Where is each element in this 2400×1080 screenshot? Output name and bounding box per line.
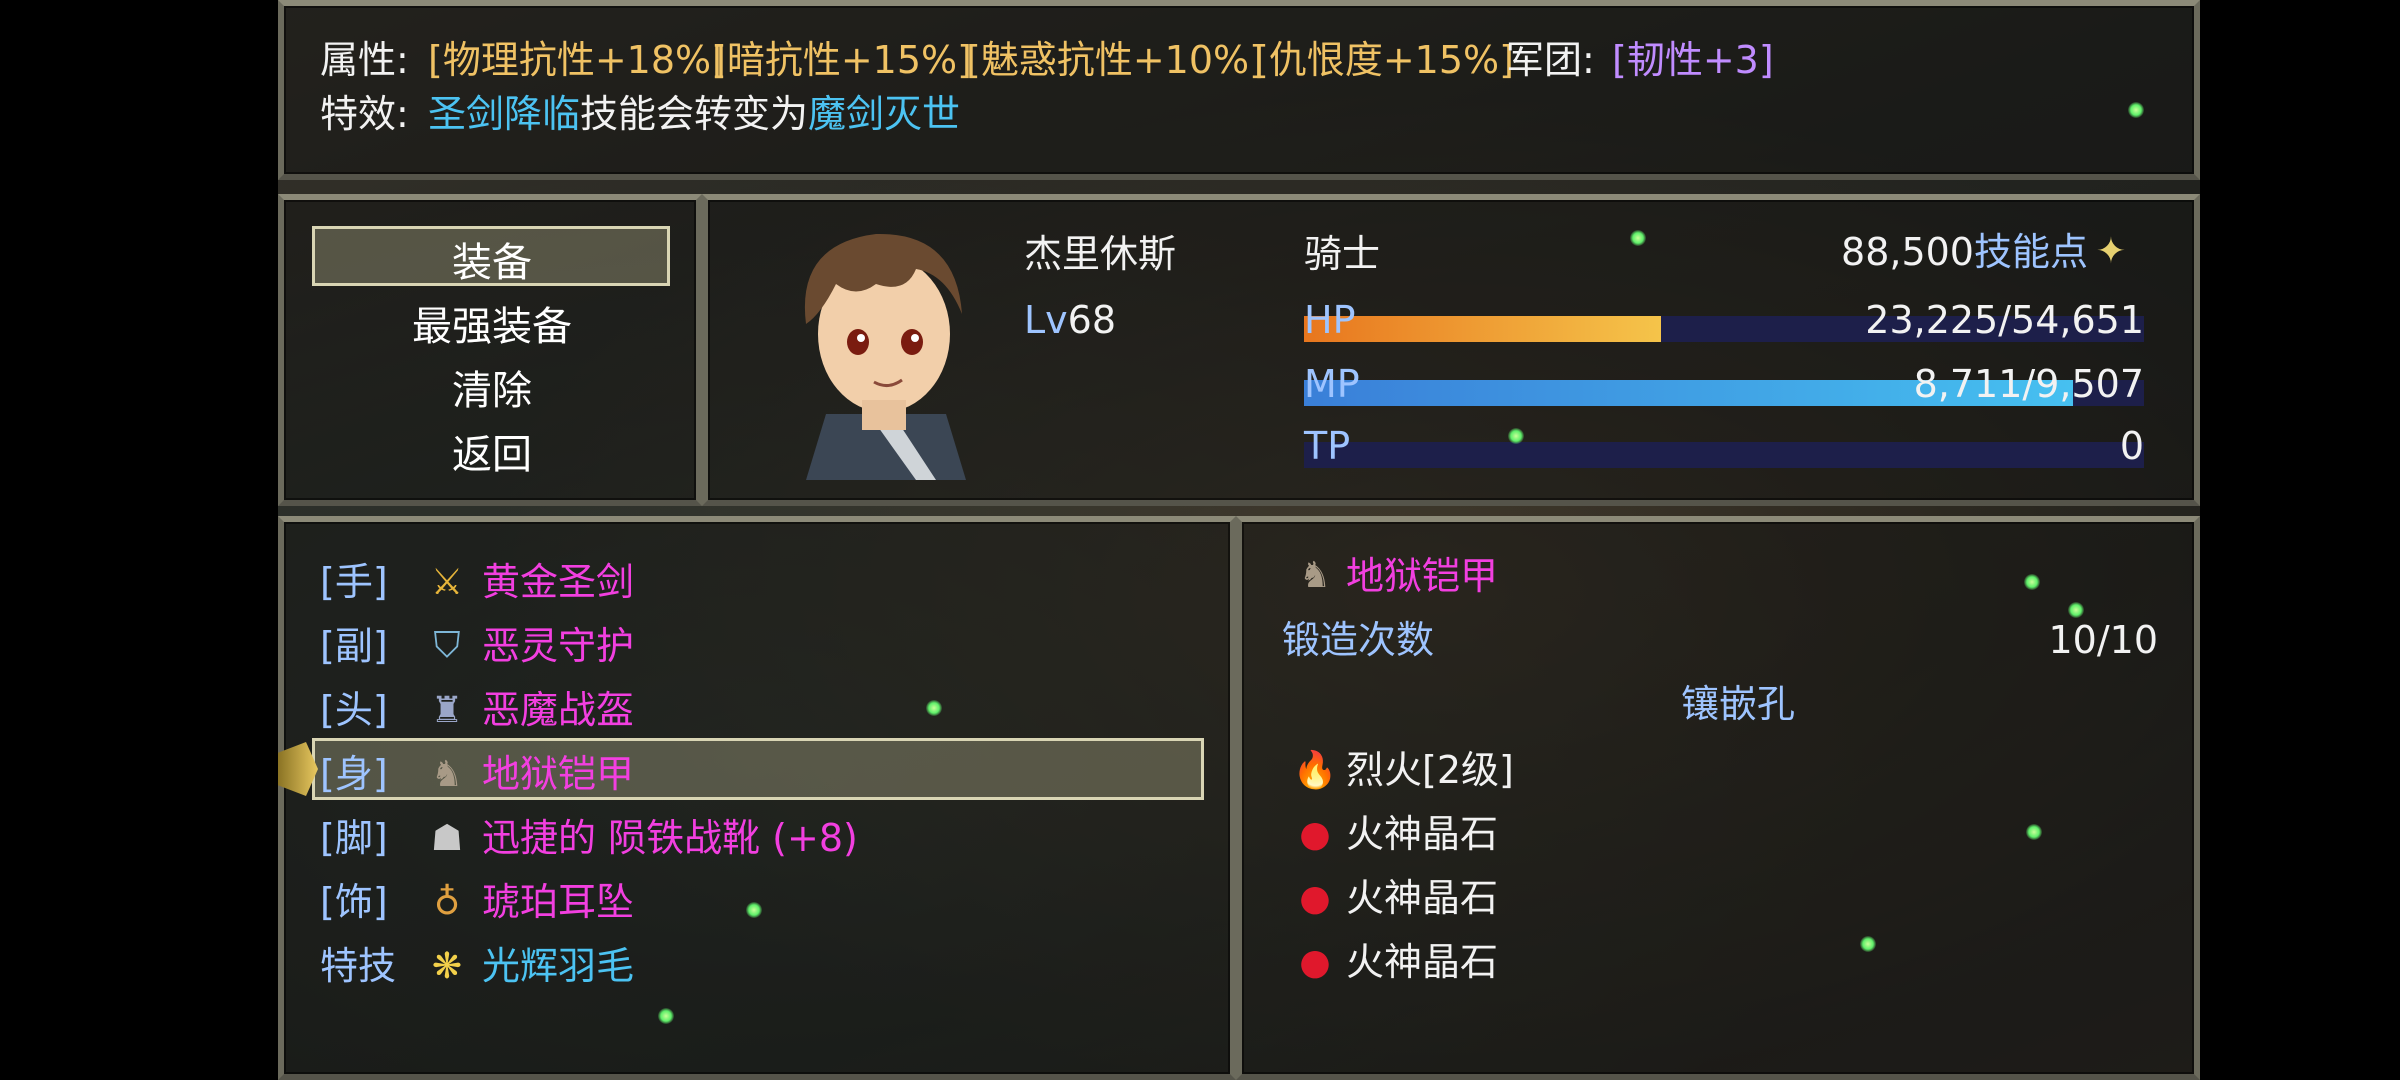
skill-from: 圣剑降临 <box>428 92 581 136</box>
game-screen: 属性: [物理抗性+18%] [暗抗性+15%] [魅惑抗性+10%] [仇恨度… <box>278 0 2200 1080</box>
mp-value: 8,711/9,507 <box>1913 362 2144 406</box>
portrait-illustration <box>804 233 966 480</box>
equipment-row[interactable]: [脚] ☗ 迅捷的 陨铁战靴 (+8) <box>320 810 1180 866</box>
forge-label: 锻造次数 <box>1282 618 1435 662</box>
socket-row: ● 火神晶石 <box>1292 808 1892 864</box>
special-effect-text: 圣剑降临技能会转变为魔剑灭世 <box>428 92 960 136</box>
equipment-row[interactable]: [头] ♜ 恶魔战盔 <box>320 682 1180 738</box>
command-optimize[interactable]: 最强装备 <box>312 294 672 352</box>
attribute-physical-resist: [物理抗性+18%] <box>428 38 726 82</box>
equipment-slot-label: [副] <box>320 624 388 668</box>
command-equip[interactable]: 装备 <box>312 230 672 288</box>
sparkle-effect <box>2068 602 2084 618</box>
tp-bar <box>1304 442 2144 468</box>
skill-points-icon: ✦ <box>2095 230 2127 272</box>
red-gem-icon: ● <box>1299 877 1331 919</box>
equipment-slot-label: [脚] <box>320 816 388 860</box>
earring-icon: ♁ <box>433 881 461 923</box>
character-class: 骑士 <box>1304 232 1381 276</box>
helmet-icon: ♜ <box>430 689 464 731</box>
boots-icon: ☗ <box>430 817 464 859</box>
sparkle-effect <box>2128 102 2144 118</box>
equipment-item-name: 地狱铠甲 <box>482 752 635 796</box>
legion-value: [韧性+3] <box>1612 38 1774 82</box>
special-middle-text: 技能会转变为 <box>580 92 809 136</box>
command-clear[interactable]: 清除 <box>312 358 672 416</box>
sparkle-effect <box>926 700 942 716</box>
equipment-row[interactable]: [副] ⛉ 恶灵守护 <box>320 618 1180 674</box>
red-gem-icon: ● <box>1299 813 1331 855</box>
equipment-item-name: 黄金圣剑 <box>482 560 635 604</box>
socket-name: 火神晶石 <box>1346 940 1499 984</box>
attribute-panel <box>278 0 2200 180</box>
equipment-item-name: 恶灵守护 <box>482 624 635 668</box>
shield-icon: ⛉ <box>433 625 461 666</box>
equipment-item-name: 迅捷的 陨铁战靴 (+8) <box>482 816 858 860</box>
equipment-row[interactable]: 特技 ❋ 光辉羽毛 <box>320 938 1180 994</box>
equipment-slot-label: 特技 <box>320 944 397 988</box>
armor-icon: ♞ <box>430 753 464 795</box>
equipment-item-name: 恶魔战盔 <box>482 688 635 732</box>
character-portrait <box>766 214 1006 480</box>
attribute-dark-resist: [暗抗性+15%] <box>712 38 972 82</box>
character-name: 杰里休斯 <box>1024 232 1177 276</box>
socket-name: 火神晶石 <box>1346 812 1499 856</box>
sparkle-effect <box>1630 230 1646 246</box>
command-return[interactable]: 返回 <box>312 422 672 480</box>
character-level: Lv68 <box>1024 298 1116 342</box>
attribute-charm-resist: [魅惑抗性+10%] <box>966 38 1264 82</box>
feather-icon: ❋ <box>431 945 463 987</box>
sparkle-effect <box>2026 824 2042 840</box>
socket-row: ● 火神晶石 <box>1292 936 1892 992</box>
tp-value: 0 <box>2119 424 2144 468</box>
equipment-row[interactable]: [身] ♞ 地狱铠甲 <box>320 746 1180 802</box>
sparkle-effect <box>1508 428 1524 444</box>
special-label: 特效: <box>320 92 409 136</box>
hp-value: 23,225/54,651 <box>1865 298 2144 342</box>
mp-label: MP <box>1304 362 1360 406</box>
equipment-item-name: 琥珀耳坠 <box>482 880 635 924</box>
legion-label: 军团: <box>1506 38 1595 82</box>
fire-icon: 🔥 <box>1292 750 1338 791</box>
equipment-slot-label: [身] <box>320 752 388 796</box>
socket-label: 镶嵌孔 <box>1680 682 1795 726</box>
level-label: Lv <box>1024 298 1068 342</box>
equipment-slot-label: [饰] <box>320 880 388 924</box>
socket-row: ● 火神晶石 <box>1292 872 1892 928</box>
sword-icon: ⚔ <box>430 561 464 603</box>
sparkle-effect <box>2024 574 2040 590</box>
sparkle-effect <box>746 902 762 918</box>
skill-points: 88,500技能点 <box>1841 230 2088 274</box>
skill-points-label: 技能点 <box>1973 230 2088 274</box>
detail-item-name: 地狱铠甲 <box>1346 554 1499 598</box>
skill-to: 魔剑灭世 <box>808 92 961 136</box>
hp-bar-fill <box>1304 316 1661 342</box>
equipment-row[interactable]: [手] ⚔ 黄金圣剑 <box>320 554 1180 610</box>
attribute-label: 属性: <box>320 38 409 82</box>
socket-row: 🔥 烈火[2级] <box>1292 744 1892 800</box>
equipment-slot-label: [手] <box>320 560 388 604</box>
level-value: 68 <box>1067 298 1117 342</box>
tp-label: TP <box>1304 424 1351 468</box>
hp-label: HP <box>1304 298 1356 342</box>
attribute-hate: [仇恨度+15%] <box>1254 38 1514 82</box>
socket-name: 烈火[2级] <box>1346 748 1514 792</box>
equipment-item-name: 光辉羽毛 <box>482 944 635 988</box>
socket-name: 火神晶石 <box>1346 876 1499 920</box>
armor-icon: ♞ <box>1298 554 1332 596</box>
sparkle-effect <box>1860 936 1876 952</box>
equipment-slot-label: [头] <box>320 688 388 732</box>
red-gem-icon: ● <box>1299 941 1331 983</box>
forge-value: 10/10 <box>2048 618 2158 662</box>
sparkle-effect <box>658 1008 674 1024</box>
skill-points-value: 88,500 <box>1841 230 1974 274</box>
